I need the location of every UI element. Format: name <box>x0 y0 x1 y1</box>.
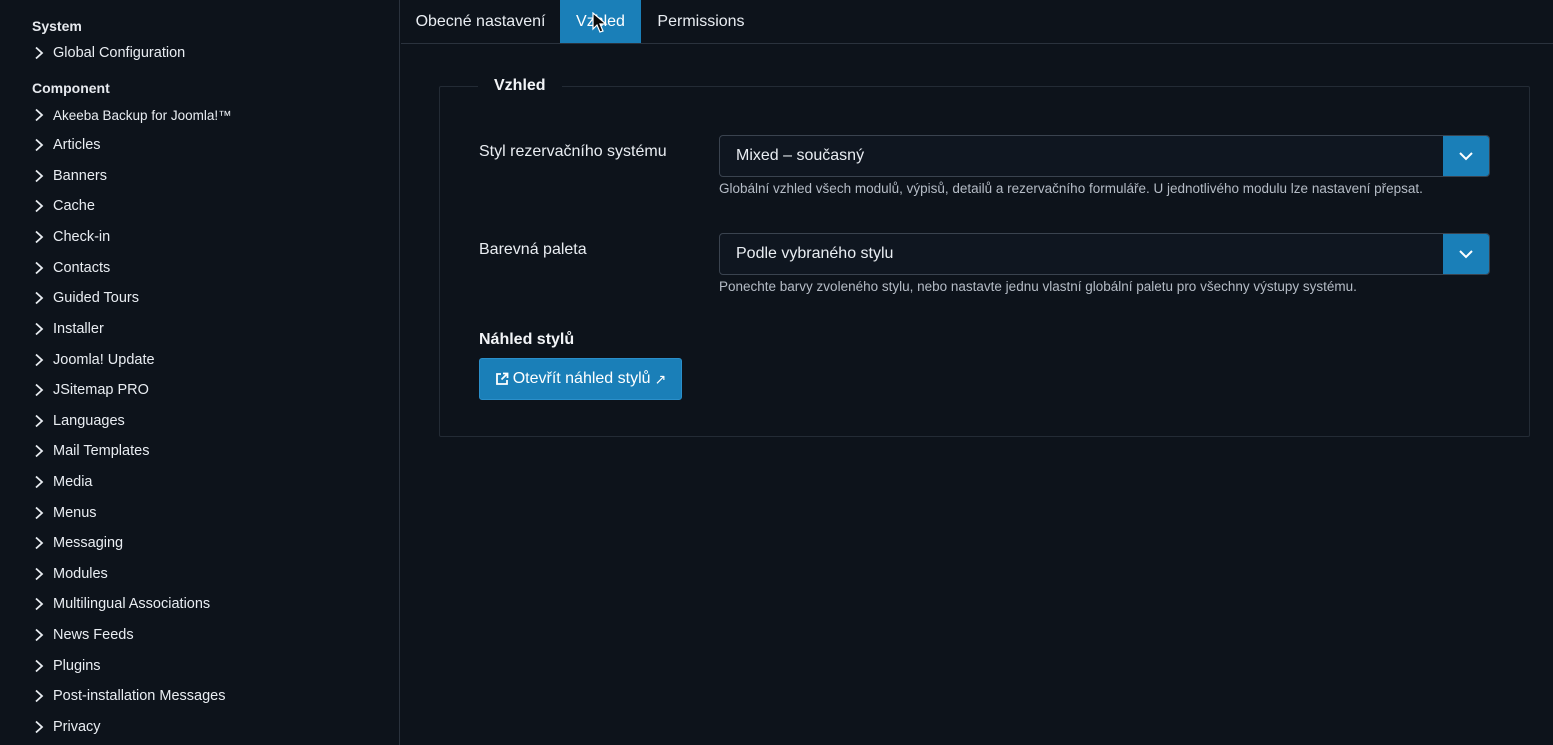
tab-permissions[interactable]: Permissions <box>641 0 761 43</box>
chevron-right-icon <box>32 108 46 122</box>
sidebar-item-guided-tours[interactable]: Guided Tours <box>32 286 139 310</box>
label-styl-rezervacniho-systemu: Styl rezervačního systému <box>479 143 667 160</box>
fieldset-legend: Vzhled <box>478 73 562 99</box>
sidebar-item-banners[interactable]: Banners <box>32 164 107 188</box>
tab-bar: Obecné nastavení Vzhled Permissions <box>401 0 1553 44</box>
chevron-right-icon <box>32 689 46 703</box>
sidebar-item-messaging[interactable]: Messaging <box>32 531 123 555</box>
sidebar-item-multilingual-associations[interactable]: Multilingual Associations <box>32 592 210 616</box>
sidebar-item-label: Mail Templates <box>53 443 150 459</box>
chevron-right-icon <box>32 597 46 611</box>
sidebar-item-label: News Feeds <box>53 627 134 643</box>
sidebar-item-label: Messaging <box>53 535 124 551</box>
sidebar-item-global-configuration[interactable]: Global Configuration <box>32 41 185 65</box>
sidebar-item-label: Post-installation Messages <box>53 688 226 704</box>
sidebar-item-contacts[interactable]: Contacts <box>32 256 110 280</box>
sidebar: System Global Configuration Component Ak… <box>0 0 400 745</box>
chevron-right-icon <box>32 506 46 520</box>
sidebar-item-label: Articles <box>53 137 101 153</box>
select-styl-rezervacniho-systemu[interactable]: Mixed – současný <box>719 135 1490 177</box>
help-barevna-paleta: Ponechte barvy zvoleného stylu, nebo nas… <box>719 279 1357 294</box>
sidebar-item-label: Menus <box>53 505 97 521</box>
chevron-right-icon <box>32 199 46 213</box>
chevron-right-icon <box>32 475 46 489</box>
sidebar-item-jsitemap-pro[interactable]: JSitemap PRO <box>32 378 149 402</box>
sidebar-item-label: JSitemap PRO <box>53 382 149 398</box>
sidebar-item-modules[interactable]: Modules <box>32 562 108 586</box>
preview-title: Náhled stylů <box>479 331 575 348</box>
select-value: Podle vybraného stylu <box>736 245 894 262</box>
chevron-right-icon <box>32 720 46 734</box>
sidebar-item-label: Cache <box>53 198 95 214</box>
sidebar-item-label: Akeeba Backup for Joomla!™ <box>53 107 232 123</box>
open-style-preview-button[interactable]: Otevřít náhled stylů ↗ <box>479 358 682 400</box>
sidebar-section-system: System <box>32 18 82 34</box>
select-value: Mixed – současný <box>736 147 865 164</box>
chevron-right-icon <box>32 567 46 581</box>
sidebar-item-privacy[interactable]: Privacy <box>32 715 101 739</box>
chevron-right-icon <box>32 414 46 428</box>
chevron-down-icon[interactable] <box>1443 234 1489 274</box>
sidebar-item-label: Installer <box>53 321 104 337</box>
sidebar-item-joomla-update[interactable]: Joomla! Update <box>32 348 155 372</box>
sidebar-item-label: Check-in <box>53 229 111 245</box>
sidebar-item-label: Banners <box>53 168 108 184</box>
tab-obecne-nastaveni[interactable]: Obecné nastavení <box>401 0 560 43</box>
sidebar-item-akeeba-backup-for-joomla[interactable]: Akeeba Backup for Joomla!™ <box>32 103 232 127</box>
external-link-icon <box>495 372 509 386</box>
sidebar-item-label: Privacy <box>53 719 101 735</box>
mouse-cursor-icon <box>592 11 608 39</box>
chevron-right-icon <box>32 383 46 397</box>
select-barevna-paleta[interactable]: Podle vybraného stylu <box>719 233 1490 275</box>
sidebar-item-label: Joomla! Update <box>53 352 155 368</box>
sidebar-item-label: Multilingual Associations <box>53 596 211 612</box>
chevron-right-icon <box>32 291 46 305</box>
chevron-right-icon <box>32 536 46 550</box>
chevron-right-icon <box>32 444 46 458</box>
sidebar-item-label: Global Configuration <box>53 45 186 61</box>
sidebar-item-installer[interactable]: Installer <box>32 317 104 341</box>
help-styl-rezervacniho-systemu: Globální vzhled všech modulů, výpisů, de… <box>719 181 1423 196</box>
chevron-right-icon <box>32 261 46 275</box>
sidebar-item-cache[interactable]: Cache <box>32 194 95 218</box>
chevron-down-icon[interactable] <box>1443 136 1489 176</box>
sidebar-item-news-feeds[interactable]: News Feeds <box>32 623 134 647</box>
chevron-right-icon <box>32 628 46 642</box>
chevron-right-icon <box>32 322 46 336</box>
sidebar-item-articles[interactable]: Articles <box>32 133 101 157</box>
sidebar-item-plugins[interactable]: Plugins <box>32 654 101 678</box>
sidebar-item-post-installation-messages[interactable]: Post-installation Messages <box>32 684 225 708</box>
sidebar-item-menus[interactable]: Menus <box>32 501 97 525</box>
sidebar-item-languages[interactable]: Languages <box>32 409 125 433</box>
sidebar-item-mail-templates[interactable]: Mail Templates <box>32 439 149 463</box>
chevron-right-icon <box>32 169 46 183</box>
label-barevna-paleta: Barevná paleta <box>479 241 587 258</box>
app: System Global Configuration Component Ak… <box>0 0 1553 745</box>
sidebar-item-label: Media <box>53 474 93 490</box>
sidebar-item-check-in[interactable]: Check-in <box>32 225 110 249</box>
chevron-right-icon <box>32 230 46 244</box>
chevron-right-icon <box>32 659 46 673</box>
sidebar-section-component: Component <box>32 80 110 96</box>
sidebar-item-label: Modules <box>53 566 108 582</box>
arrow-ne-icon: ↗ <box>654 370 667 387</box>
sidebar-item-label: Languages <box>53 413 125 429</box>
chevron-right-icon <box>32 46 46 60</box>
sidebar-item-label: Plugins <box>53 658 101 674</box>
sidebar-item-label: Contacts <box>53 260 111 276</box>
sidebar-item-label: Guided Tours <box>53 290 139 306</box>
button-label: Otevřít náhled stylů <box>512 370 651 387</box>
sidebar-item-media[interactable]: Media <box>32 470 93 494</box>
chevron-right-icon <box>32 353 46 367</box>
chevron-right-icon <box>32 138 46 152</box>
